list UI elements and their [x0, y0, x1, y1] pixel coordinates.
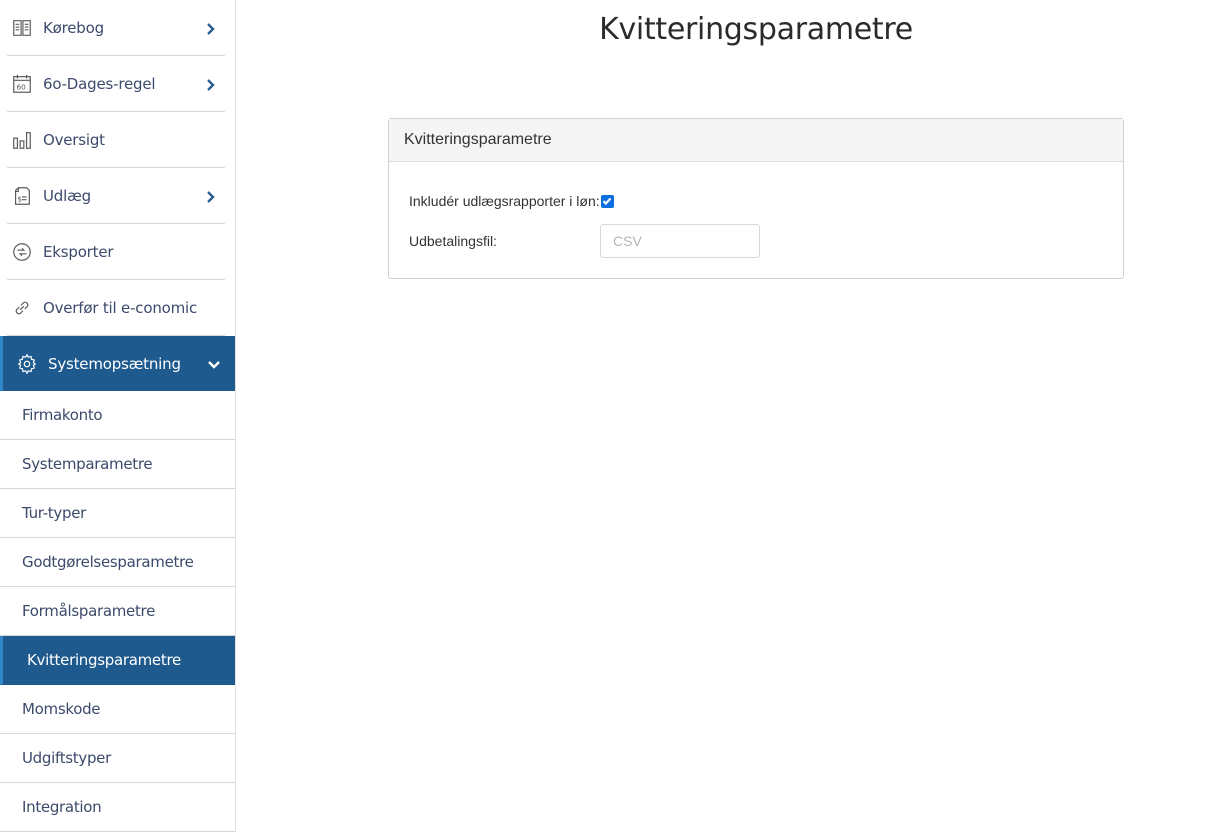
checkmark-icon [602, 197, 612, 206]
sidebar-item-label: Kørebog [43, 18, 104, 37]
include-expense-reports-checkbox[interactable] [600, 194, 614, 208]
sidebar-item-overfor-e-conomic[interactable]: Overfør til e-conomic [7, 280, 225, 336]
include-expense-reports-label: Inkludér udlægsrapporter i løn: [409, 193, 600, 209]
panel-heading: Kvitteringsparametre [389, 119, 1123, 162]
sidebar-item-label: 6o-Dages-regel [43, 74, 156, 93]
sidebar-subitem-formaalsparametre[interactable]: Formålsparametre [0, 587, 235, 636]
sidebar-subitem-label: Formålsparametre [22, 602, 156, 620]
payout-file-label: Udbetalingsfil: [409, 233, 497, 249]
sidebar-subitem-kvitteringsparametre[interactable]: Kvitteringsparametre [0, 636, 235, 685]
sidebar-subitem-label: Tur-typer [22, 504, 86, 522]
sidebar-item-label: Oversigt [43, 130, 105, 149]
include-expense-reports-row: Inkludér udlægsrapporter i løn: [409, 193, 614, 209]
export-icon [10, 240, 34, 264]
sidebar-subitem-systemparametre[interactable]: Systemparametre [0, 440, 235, 489]
sidebar-subitem-label: Systemparametre [22, 455, 153, 473]
app: Kørebog 60 6o-Dages-regel Oversigt $ Udl… [0, 0, 1215, 832]
payout-file-input[interactable] [600, 224, 760, 258]
sidebar-item-label: Udlæg [43, 186, 91, 205]
chevron-right-icon [205, 190, 217, 203]
gear-icon [15, 352, 39, 376]
sidebar-item-label: Systemopsætning [48, 354, 181, 373]
sidebar-subitem-label: Integration [22, 798, 102, 816]
sidebar-subitem-firmakonto[interactable]: Firmakonto [0, 391, 235, 440]
svg-text:60: 60 [17, 82, 27, 91]
bar-chart-icon [10, 128, 34, 152]
sidebar-subitem-godtgorelsesparametre[interactable]: Godtgørelsesparametre [0, 538, 235, 587]
sidebar-subitem-label: Kvitteringsparametre [27, 651, 181, 669]
sidebar-item-eksporter[interactable]: Eksporter [7, 224, 225, 280]
payout-file-row: Udbetalingsfil: [409, 224, 497, 258]
sidebar-subitem-label: Momskode [22, 700, 101, 718]
link-icon [10, 296, 34, 320]
sidebar-item-udlaeg[interactable]: $ Udlæg [7, 168, 225, 224]
sidebar: Kørebog 60 6o-Dages-regel Oversigt $ Udl… [0, 0, 236, 832]
sidebar-item-label: Overfør til e-conomic [43, 298, 198, 317]
sidebar-subitem-label: Udgiftstyper [22, 749, 111, 767]
sidebar-item-systemopsaetning[interactable]: Systemopsætning [0, 336, 235, 391]
sidebar-subitem-integration[interactable]: Integration [0, 783, 235, 832]
svg-text:$: $ [17, 194, 22, 203]
sidebar-subitem-label: Firmakonto [22, 406, 103, 424]
sidebar-subitem-tur-typer[interactable]: Tur-typer [0, 489, 235, 538]
chevron-right-icon [205, 78, 217, 91]
chevron-down-icon [208, 358, 220, 370]
page-title: Kvitteringsparametre [599, 12, 913, 47]
sidebar-subitem-label: Godtgørelsesparametre [22, 553, 194, 571]
sidebar-subitem-momskode[interactable]: Momskode [0, 685, 235, 734]
sidebar-item-label: Eksporter [43, 242, 114, 261]
receipt-icon: $ [10, 184, 34, 208]
chevron-right-icon [205, 22, 217, 35]
book-icon [10, 16, 34, 40]
sidebar-subitem-udgiftstyper[interactable]: Udgiftstyper [0, 734, 235, 783]
sidebar-item-korebog[interactable]: Kørebog [7, 0, 225, 56]
receipt-parameters-panel: Kvitteringsparametre Inkludér udlægsrapp… [388, 118, 1124, 279]
sidebar-item-60-dages-regel[interactable]: 60 6o-Dages-regel [7, 56, 225, 112]
calendar-60-icon: 60 [10, 72, 34, 96]
sidebar-item-oversigt[interactable]: Oversigt [7, 112, 225, 168]
